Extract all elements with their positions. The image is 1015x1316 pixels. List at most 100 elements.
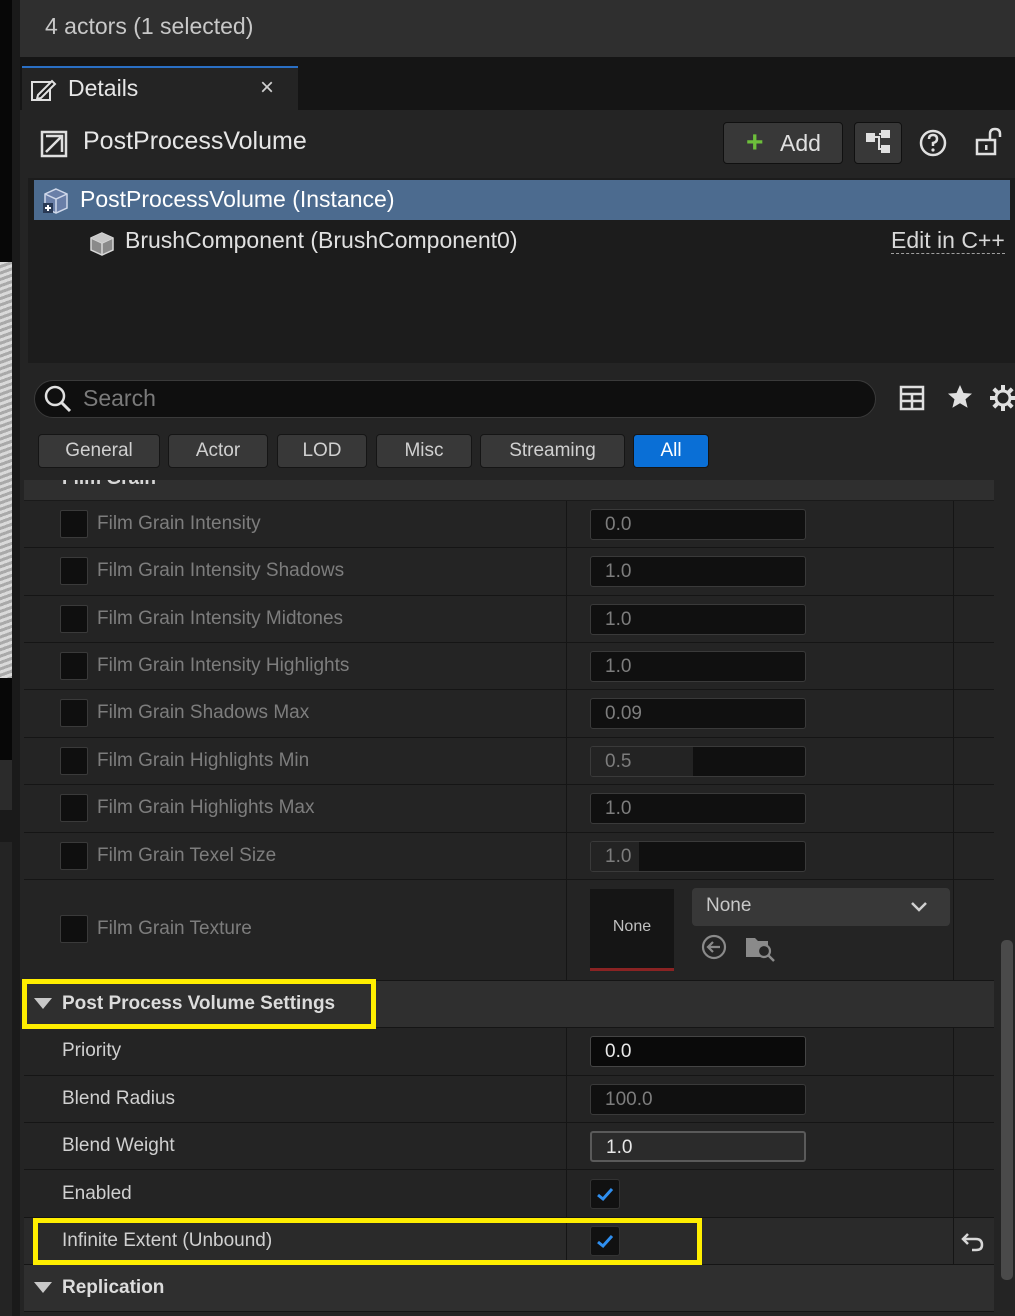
property-row: Film Grain Highlights Min 0.5 (24, 738, 994, 785)
override-checkbox[interactable] (60, 652, 88, 680)
property-label: Priority (62, 1040, 122, 1061)
tab-title: Details (68, 75, 139, 101)
column-divider (566, 596, 567, 642)
column-divider (953, 738, 954, 784)
property-label: Film Grain Intensity Midtones (97, 608, 344, 629)
category-replication[interactable]: Replication (24, 1265, 994, 1312)
property-list: Film Grain Film Grain Intensity 0.0 Film… (24, 480, 994, 1316)
use-selected-asset-icon[interactable] (700, 933, 728, 961)
property-label: Enabled (62, 1183, 132, 1204)
priority-field[interactable]: 0.0 (590, 1036, 806, 1067)
help-icon[interactable] (917, 127, 949, 159)
texture-asset-picker[interactable]: None (692, 888, 950, 926)
override-checkbox[interactable] (60, 557, 88, 585)
add-component-button[interactable]: + Add (723, 122, 843, 164)
viewport-lower (0, 842, 12, 1316)
column-divider (953, 1123, 954, 1169)
tree-item-label: PostProcessVolume (Instance) (80, 186, 395, 212)
reset-to-default-icon[interactable] (959, 1228, 987, 1256)
column-divider (953, 548, 954, 595)
gear-icon[interactable] (988, 383, 1015, 413)
override-checkbox[interactable] (60, 605, 88, 633)
tab-bar: Details × (20, 57, 1015, 110)
column-divider (566, 690, 567, 737)
override-checkbox[interactable] (60, 747, 88, 775)
post-process-volume-icon (40, 130, 68, 158)
property-label: Blend Weight (62, 1135, 175, 1156)
field-value: 0.09 (605, 703, 642, 724)
lock-icon[interactable] (973, 125, 1003, 157)
numeric-field[interactable]: 0.09 (590, 698, 806, 729)
enabled-checkbox[interactable] (590, 1179, 620, 1209)
numeric-field[interactable]: 0.0 (590, 509, 806, 540)
numeric-field[interactable]: 1.0 (590, 604, 806, 635)
column-divider (566, 643, 567, 689)
field-value: 1.0 (605, 561, 632, 582)
actor-name: PostProcessVolume (83, 127, 307, 155)
override-checkbox[interactable] (60, 510, 88, 538)
numeric-field[interactable]: 1.0 (590, 793, 806, 824)
column-divider (953, 1028, 954, 1075)
property-row: Film Grain Intensity 0.0 (24, 501, 994, 548)
override-checkbox[interactable] (60, 915, 88, 943)
property-row: Film Grain Intensity Highlights 1.0 (24, 643, 994, 690)
blueprint-button[interactable] (854, 122, 902, 164)
numeric-field[interactable]: 1.0 (590, 556, 806, 587)
field-value: 1.0 (606, 1137, 633, 1158)
override-checkbox[interactable] (60, 794, 88, 822)
selected-asset: None (706, 895, 752, 916)
field-value: 1.0 (605, 609, 632, 630)
column-divider (953, 1218, 954, 1264)
override-checkbox[interactable] (60, 699, 88, 727)
filter-streaming[interactable]: Streaming (480, 434, 625, 468)
filter-all[interactable]: All (633, 434, 709, 468)
texture-thumbnail[interactable]: None (590, 889, 674, 971)
search-input[interactable]: Search (83, 385, 156, 412)
scrollbar[interactable] (1001, 940, 1013, 1280)
field-value: 1.0 (605, 656, 632, 677)
edit-in-cpp-link[interactable]: Edit in C++ (891, 227, 1005, 254)
viewport-edge (0, 0, 20, 1316)
blend-radius-field[interactable]: 100.0 (590, 1084, 806, 1115)
property-row: Film Grain Texture None None (24, 880, 994, 981)
column-divider (566, 738, 567, 784)
tree-item-instance[interactable]: PostProcessVolume (Instance) (34, 180, 1010, 220)
category-post-process-volume-settings[interactable]: Post Process Volume Settings (24, 981, 994, 1028)
property-row: Blend Radius 100.0 (24, 1076, 994, 1123)
checkmark-icon (597, 1234, 614, 1249)
infinite-extent-checkbox[interactable] (590, 1226, 620, 1256)
search-icon (44, 385, 72, 413)
column-divider (953, 880, 954, 980)
checkmark-icon (597, 1187, 614, 1202)
column-divider (566, 880, 567, 980)
blend-weight-field[interactable]: 1.0 (590, 1131, 806, 1162)
slider-field[interactable]: 1.0 (590, 841, 806, 872)
browse-asset-icon[interactable] (744, 933, 776, 963)
plus-icon: + (746, 126, 764, 159)
close-icon[interactable]: × (260, 74, 274, 102)
filter-actor[interactable]: Actor (168, 434, 268, 468)
search-box[interactable]: Search (34, 380, 876, 418)
column-divider (566, 1028, 567, 1075)
filter-misc[interactable]: Misc (376, 434, 472, 468)
override-checkbox[interactable] (60, 842, 88, 870)
slider-field[interactable]: 0.5 (590, 746, 806, 777)
field-value: 100.0 (605, 1089, 653, 1110)
category-film-grain[interactable]: Film Grain (24, 480, 994, 501)
star-icon[interactable] (946, 383, 974, 411)
category-title: Replication (62, 1277, 165, 1298)
property-label: Infinite Extent (Unbound) (62, 1230, 273, 1251)
filter-general[interactable]: General (38, 434, 160, 468)
filter-lod[interactable]: LOD (277, 434, 367, 468)
chevron-down-icon (911, 902, 927, 912)
property-label: Film Grain Texel Size (97, 845, 277, 866)
component-tree: PostProcessVolume (Instance) BrushCompon… (28, 178, 1015, 363)
column-divider (953, 833, 954, 879)
table-view-icon[interactable] (898, 384, 926, 412)
property-label: Film Grain Highlights Max (97, 797, 315, 818)
numeric-field[interactable]: 1.0 (590, 651, 806, 682)
expand-arrow-icon (34, 1282, 52, 1293)
property-row: Enabled (24, 1170, 994, 1218)
tab-details[interactable]: Details × (22, 66, 298, 110)
property-row: Infinite Extent (Unbound) (24, 1218, 994, 1265)
